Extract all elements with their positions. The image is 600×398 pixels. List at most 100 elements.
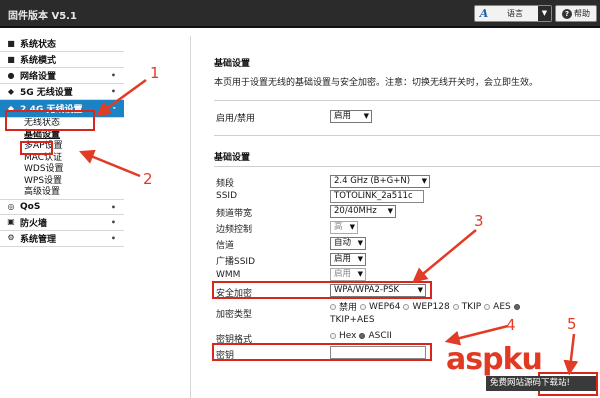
- chevron-down-icon: ▼: [421, 177, 427, 185]
- encryption-type-label: 加密类型: [216, 310, 253, 320]
- bandwidth-select-value: 20/40MHz: [334, 206, 377, 216]
- sidebar-item-qos[interactable]: ◎ QoS •: [0, 198, 124, 215]
- enable-select[interactable]: 启用 ▼: [330, 110, 372, 123]
- chevron-down-icon: ▼: [349, 223, 355, 231]
- expand-dot-icon: •: [110, 202, 116, 212]
- sideband-select-value: 高: [334, 222, 343, 232]
- annotation-box-4: [212, 343, 432, 361]
- annotation-number-2: 2: [143, 170, 153, 188]
- sidebar-item-system-mode[interactable]: ■ 系统模式: [0, 52, 124, 68]
- radio-ascii[interactable]: [359, 333, 366, 339]
- square-icon: ■: [7, 38, 15, 48]
- sidebar-item-system-status[interactable]: ■ 系统状态: [0, 36, 124, 52]
- top-bar: 固件版本 V5.1 A 语言 ▼ ? 帮助: [0, 0, 600, 28]
- wifi-icon: ◆: [7, 86, 15, 96]
- radio-disabled[interactable]: [330, 303, 336, 310]
- sidebar-item-label: 网络设置: [20, 72, 57, 82]
- firmware-version: 固件版本 V5.1: [8, 11, 77, 22]
- section-title-basic: 基础设置: [214, 59, 251, 69]
- radio-aes[interactable]: [484, 303, 491, 310]
- sidebar-subitem-wps[interactable]: WPS设置: [0, 176, 124, 188]
- bandwidth-select[interactable]: 20/40MHz ▼: [330, 205, 396, 218]
- radio-hex[interactable]: [330, 333, 336, 339]
- expand-dot-icon: •: [110, 233, 116, 243]
- help-button[interactable]: ? 帮助: [555, 5, 597, 22]
- globe-icon: ●: [7, 70, 15, 80]
- annotation-box-3: [212, 281, 432, 299]
- sidebar-subitem-multi-ap[interactable]: 多AP设置: [0, 141, 124, 153]
- enable-label: 启用/禁用: [216, 114, 256, 124]
- wmm-select[interactable]: 启用 ▼: [330, 268, 366, 281]
- collapse-dash-icon: -: [112, 103, 116, 112]
- arrow-4: [444, 324, 509, 346]
- radio-label: Hex: [339, 331, 357, 341]
- radio-label: TKIP: [461, 301, 482, 312]
- chevron-down-icon[interactable]: ▼: [538, 6, 551, 21]
- chevron-down-icon: ▼: [357, 239, 363, 247]
- help-label: 帮助: [574, 9, 590, 18]
- sidebar-item-label: 系统管理: [20, 234, 57, 245]
- expand-dot-icon: •: [110, 87, 116, 96]
- sidebar-item-label: 5G 无线设置: [20, 88, 73, 98]
- sidebar-item-label: 防火墙: [20, 218, 48, 229]
- arrow-3: [412, 229, 477, 283]
- qos-icon: ◎: [7, 201, 15, 211]
- radio-label: 禁用: [339, 303, 358, 313]
- section-title-basic-2: 基础设置: [214, 153, 251, 163]
- sidebar-item-firewall[interactable]: ▣ 防火墙 •: [0, 214, 124, 231]
- radio-label: AES: [493, 301, 511, 312]
- ssid-input[interactable]: TOTOLINK_2a511c: [330, 190, 424, 203]
- chevron-down-icon: ▼: [363, 112, 369, 120]
- bandwidth-label: 频道带宽: [216, 209, 253, 219]
- expand-dot-icon: •: [110, 71, 116, 80]
- sidebar-item-label: 系统状态: [20, 40, 57, 50]
- radio-wep128[interactable]: [403, 303, 410, 310]
- sidebar-subitem-advanced[interactable]: 高级设置: [0, 187, 124, 199]
- chevron-down-icon: ▼: [357, 255, 363, 263]
- arrow-5: [563, 333, 579, 376]
- watermark-tagline: 免费网站源码下载站!: [486, 376, 596, 391]
- sidebar-item-label: QoS: [20, 201, 41, 212]
- sidebar-subitem-basic-settings[interactable]: 基础设置: [0, 130, 124, 142]
- sideband-select[interactable]: 高 ▼: [330, 221, 358, 234]
- annotation-number-4: 4: [506, 316, 516, 334]
- sideband-label: 边频控制: [216, 225, 253, 235]
- band-select[interactable]: 2.4 GHz (B+G+N) ▼: [330, 175, 430, 188]
- radio-tkip[interactable]: [452, 303, 459, 310]
- firewall-icon: ▣: [7, 217, 15, 226]
- chevron-down-icon: ▼: [357, 270, 363, 278]
- annotation-number-3: 3: [474, 212, 484, 230]
- radio-label: ASCII: [368, 331, 392, 341]
- radio-wep64[interactable]: [360, 303, 367, 310]
- sidebar-item-network[interactable]: ● 网络设置 •: [0, 68, 124, 84]
- band-select-value: 2.4 GHz (B+G+N): [334, 176, 411, 186]
- channel-select[interactable]: 自动 ▼: [330, 237, 366, 250]
- annotation-number-5: 5: [567, 315, 577, 333]
- content-divider: [190, 36, 191, 398]
- divider: [214, 166, 600, 167]
- key-format-radios: Hex ASCII: [330, 331, 392, 341]
- annotation-box-1: [5, 110, 95, 131]
- language-button[interactable]: A 语言 ▼: [474, 5, 552, 22]
- divider: [214, 100, 600, 101]
- sidebar-subitem-mac-auth[interactable]: MAC认证: [0, 153, 124, 165]
- gear-icon: ⚙: [7, 233, 15, 242]
- sidebar: ■ 系统状态 ■ 系统模式 ● 网络设置 • ◆ 5G 无线设置 • ◆ 2.4…: [0, 36, 124, 247]
- channel-label: 信道: [216, 241, 235, 251]
- encryption-extra-label: TKIP+AES: [330, 315, 375, 325]
- page-description: 本页用于设置无线的基础设置与安全加密。注意：切换无线开关时，会立即生效。: [214, 78, 539, 88]
- radio-tkip-aes[interactable]: [513, 303, 520, 310]
- broadcast-ssid-label: 广播SSID: [216, 257, 256, 267]
- encryption-type-radios: 禁用 WEP64 WEP128 TKIP AES: [330, 300, 520, 313]
- chevron-down-icon: ▼: [387, 207, 393, 215]
- sidebar-item-system-admin[interactable]: ⚙ 系统管理 •: [0, 230, 124, 247]
- broadcast-ssid-select[interactable]: 启用 ▼: [330, 253, 366, 266]
- sidebar-item-5g-wireless[interactable]: ◆ 5G 无线设置 •: [0, 84, 124, 100]
- help-icon: ?: [562, 8, 572, 19]
- ssid-label: SSID: [216, 191, 238, 201]
- sidebar-item-label: 系统模式: [20, 56, 57, 66]
- sidebar-subitem-wds[interactable]: WDS设置: [0, 164, 124, 176]
- divider: [214, 135, 600, 136]
- annotation-number-1: 1: [150, 64, 160, 82]
- language-icon: A: [479, 7, 489, 20]
